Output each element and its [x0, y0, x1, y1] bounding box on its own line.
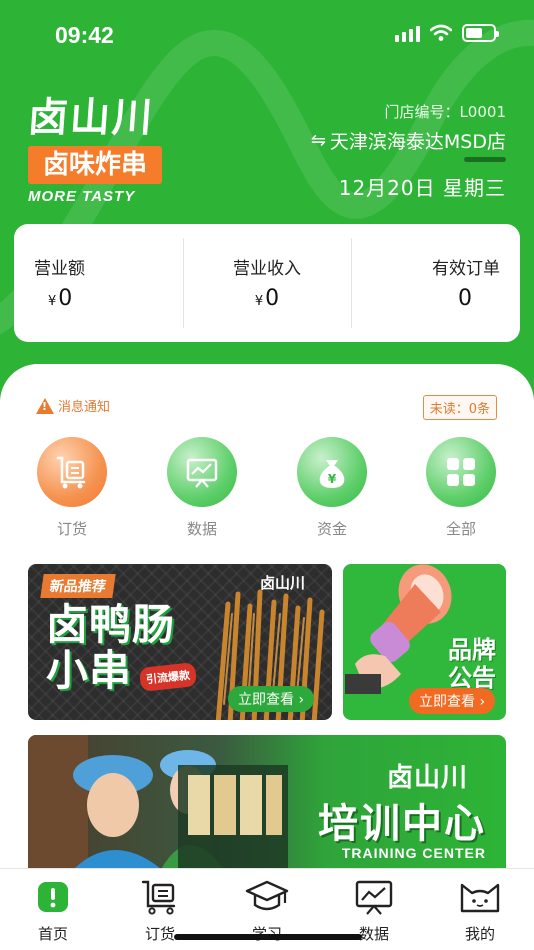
- quick-data-button[interactable]: [167, 437, 237, 507]
- stat-value: 0: [458, 286, 473, 311]
- svg-text:¥: ¥: [328, 472, 337, 486]
- quick-funds-label: 资金: [316, 520, 347, 538]
- quick-all-button[interactable]: [426, 437, 496, 507]
- tab-mine[interactable]: 我的: [440, 877, 520, 944]
- stat-revenue[interactable]: 营业额 ¥0: [14, 224, 183, 342]
- promo-view-button[interactable]: 立即查看 ›: [228, 686, 315, 712]
- promo-title-line1: 卤鸭肠: [46, 600, 176, 649]
- quick-all-label: 全部: [445, 520, 476, 538]
- logo-main: 卤山川: [26, 95, 156, 141]
- training-photo: [28, 735, 288, 875]
- training-subtitle: TRAINING CENTER: [341, 845, 486, 861]
- stat-label: 有效订单: [432, 259, 501, 279]
- home-icon: [13, 877, 93, 917]
- announcement-title: 品牌 公告: [448, 636, 496, 692]
- switch-icon: ⇋: [310, 130, 326, 151]
- store-switcher[interactable]: ⇋ 天津滨海泰达MSD店: [311, 127, 506, 154]
- logo-sub: 卤味炸串: [28, 146, 162, 184]
- notice-label: 消息通知: [58, 400, 111, 415]
- promo-brand: 卤山川: [260, 574, 306, 592]
- brand-logo: 卤山川 卤味炸串 MORE TASTY: [26, 95, 168, 205]
- chart-board-icon: [334, 877, 414, 917]
- stat-value: ¥0: [254, 286, 280, 311]
- battery-icon: [462, 24, 499, 42]
- stats-card: 营业额 ¥0 营业收入 ¥0 有效订单 0: [14, 224, 520, 342]
- chart-board-icon: [186, 458, 218, 488]
- announcement-banner[interactable]: 品牌 公告 立即查看 ›: [343, 564, 506, 720]
- money-bag-icon: ¥: [319, 460, 345, 488]
- tab-mine-label: 我的: [464, 925, 495, 943]
- warning-icon: [36, 397, 54, 414]
- quick-funds-button[interactable]: ¥: [297, 437, 367, 507]
- cat-face-icon: [440, 877, 520, 917]
- logo-tagline: MORE TASTY: [28, 188, 136, 205]
- announcement-title-line1: 品牌: [448, 636, 496, 664]
- cart-icon: [56, 456, 86, 489]
- unread-badge[interactable]: 未读：0条: [422, 395, 497, 420]
- promo-tag: 新品推荐: [40, 574, 116, 598]
- quick-order-button[interactable]: [37, 437, 107, 507]
- status-bar: 09:42: [0, 0, 534, 70]
- stat-label: 营业收入: [233, 259, 301, 279]
- home-indicator: [174, 934, 362, 940]
- signal-icon: [395, 24, 420, 42]
- store-underline: [464, 157, 506, 162]
- grid-icon: [447, 458, 475, 486]
- announcement-view-button[interactable]: 立即查看 ›: [409, 688, 496, 714]
- cart-icon: [120, 877, 200, 917]
- training-title: 培训中心: [318, 801, 486, 847]
- stat-label: 营业额: [34, 259, 85, 279]
- megaphone-image: [345, 564, 452, 694]
- stat-value: ¥0: [48, 286, 73, 311]
- stat-income[interactable]: 营业收入 ¥0: [182, 224, 352, 342]
- wifi-icon: [430, 24, 452, 41]
- quick-data-label: 数据: [186, 520, 217, 538]
- stat-orders[interactable]: 有效订单 0: [351, 224, 520, 342]
- tab-home-label: 首页: [37, 925, 68, 943]
- status-time: 09:42: [55, 22, 114, 48]
- promo-banner[interactable]: 新品推荐 卤山川 卤鸭肠 小串 引流爆款 立即查看 ›: [28, 564, 332, 720]
- training-brand: 卤山川: [386, 763, 468, 793]
- graduation-cap-icon: [227, 877, 307, 917]
- tab-home[interactable]: 首页: [13, 877, 93, 944]
- quick-order-label: 订货: [56, 520, 87, 538]
- store-name: 天津滨海泰达MSD店: [329, 131, 506, 153]
- store-date: 12月20日 星期三: [338, 176, 506, 200]
- training-banner[interactable]: 卤山川 培训中心 TRAINING CENTER: [28, 735, 506, 875]
- store-number: 门店编号：L0001: [384, 103, 506, 121]
- status-icons: [395, 24, 499, 42]
- message-notice[interactable]: 消息通知: [36, 396, 110, 415]
